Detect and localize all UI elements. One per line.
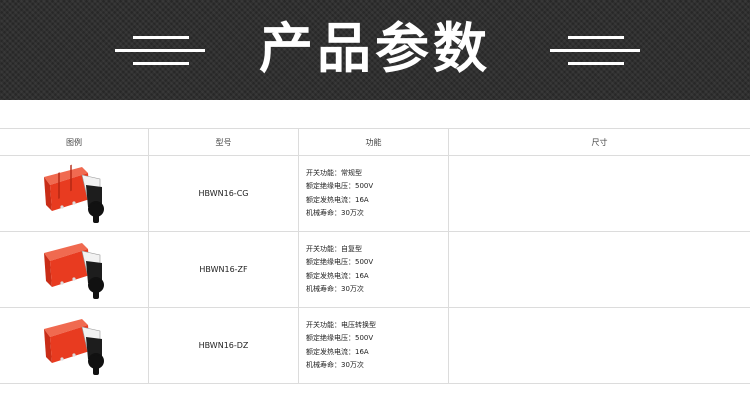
spec-switch-function: 开关功能：电压转换型 [306, 320, 376, 329]
spec-mechanical-life: 机械寿命：30万次 [306, 361, 364, 369]
function-cell: 开关功能：常规型 额定绝缘电压：500V 额定发热电流：16A 机械寿命：30万… [299, 156, 449, 231]
spec-rated-thermal-current: 额定发热电流：16A [306, 195, 369, 204]
model-cell: HBWN16-DZ [149, 308, 299, 383]
spec-switch-function: 开关功能：自复型 [306, 244, 362, 253]
spec-rated-thermal-current: 额定发热电流：16A [306, 271, 369, 280]
table-row: HBWN16-ZF 开关功能：自复型 额定绝缘电压：500V 额定发热电流：16… [0, 232, 750, 308]
model-cell: HBWN16-CG [149, 156, 299, 231]
table-header-row: 图例 型号 功能 尺寸 [0, 129, 750, 156]
spec-rated-insulation-voltage: 额定绝缘电压：500V [306, 334, 374, 342]
product-image-cell [0, 156, 149, 231]
table-row: HBWN16-DZ 开关功能：电压转换型 额定绝缘电压：500V 额定发热电流：… [0, 308, 750, 384]
product-image-cell [0, 308, 149, 383]
spec-rated-thermal-current: 额定发热电流：16A [306, 347, 369, 356]
spec-mechanical-life: 机械寿命：30万次 [306, 209, 364, 217]
size-cell [449, 232, 750, 307]
spec-rated-insulation-voltage: 额定绝缘电压：500V [306, 182, 374, 190]
size-cell [449, 308, 750, 383]
header-model: 型号 [149, 129, 299, 155]
size-cell [449, 156, 750, 231]
banner-decoration-right [550, 36, 640, 68]
page-banner: 产品参数 [0, 0, 750, 100]
table-row: HBWN16-CG 开关功能：常规型 额定绝缘电压：500V 额定发热电流：16… [0, 156, 750, 232]
function-cell: 开关功能：电压转换型 额定绝缘电压：500V 额定发热电流：16A 机械寿命：3… [299, 308, 449, 383]
model-cell: HBWN16-ZF [149, 232, 299, 307]
product-image-cell [0, 232, 149, 307]
header-image: 图例 [0, 129, 149, 155]
rotary-switch-icon [38, 163, 110, 225]
rotary-switch-icon [38, 315, 110, 377]
header-size: 尺寸 [591, 137, 608, 147]
spec-mechanical-life: 机械寿命：30万次 [306, 285, 364, 293]
product-spec-table: 图例 型号 功能 尺寸 HBWN16-CG 开关功能：常规型 额定绝缘电压：50… [0, 128, 750, 384]
function-cell: 开关功能：自复型 额定绝缘电压：500V 额定发热电流：16A 机械寿命：30万… [299, 232, 449, 307]
rotary-switch-icon [38, 239, 110, 301]
spec-switch-function: 开关功能：常规型 [306, 168, 362, 177]
header-function: 功能 [299, 129, 449, 155]
spec-rated-insulation-voltage: 额定绝缘电压：500V [306, 258, 374, 266]
